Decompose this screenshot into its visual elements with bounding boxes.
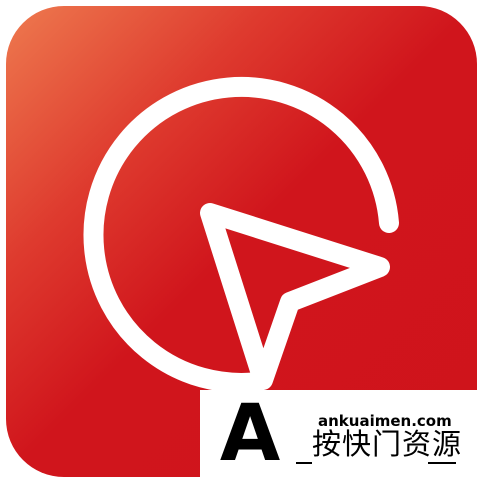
watermark-letter-logo: A [219,389,281,479]
watermark: A ankuaimen.com 按快门资源 [200,390,483,483]
watermark-underline-left [296,462,312,464]
watermark-underline-right [428,462,456,464]
watermark-name: 按快门资源 [312,427,463,461]
image-canvas: A ankuaimen.com 按快门资源 [0,0,483,483]
